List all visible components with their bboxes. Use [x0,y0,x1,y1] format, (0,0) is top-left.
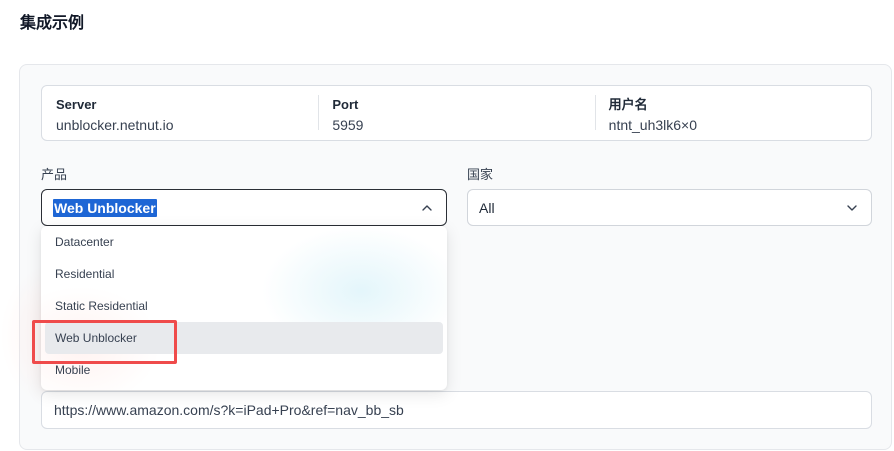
port-label: Port [332,97,359,112]
integration-example-page: 集成示例 Server unblocker.netnut.io Port 595… [0,0,894,451]
product-dropdown-menu: Datacenter Residential Static Residentia… [41,226,447,390]
server-value: unblocker.netnut.io [56,117,174,133]
chevron-up-icon [420,201,434,215]
product-option-web-unblocker[interactable]: Web Unblocker [45,322,443,354]
connection-info-box: Server unblocker.netnut.io Port 5959 用户名… [41,85,872,141]
port-value: 5959 [332,117,364,133]
username-value: ntnt_uh3lk6×0 [608,117,698,133]
url-input[interactable] [41,391,872,429]
product-option-static-residential[interactable]: Static Residential [45,290,443,322]
product-label: 产品 [41,167,68,182]
product-option-mobile[interactable]: Mobile [45,354,443,386]
country-select-value: All [479,199,495,216]
server-label: Server [56,97,97,112]
product-option-residential[interactable]: Residential [45,258,443,290]
country-select[interactable]: All [467,189,872,226]
username-column: 用户名 ntnt_uh3lk6×0 [594,86,871,140]
product-selected-text: Web Unblocker [53,198,157,217]
product-option-datacenter[interactable]: Datacenter [45,226,443,258]
server-column: Server unblocker.netnut.io [42,86,318,140]
port-column: Port 5959 [318,86,594,140]
country-label: 国家 [467,167,494,182]
username-label: 用户名 [608,97,648,112]
chevron-down-icon [845,201,859,215]
product-select[interactable]: Web Unblocker [41,189,447,226]
product-select-value: Web Unblocker [53,198,420,217]
section-title: 集成示例 [20,15,85,32]
